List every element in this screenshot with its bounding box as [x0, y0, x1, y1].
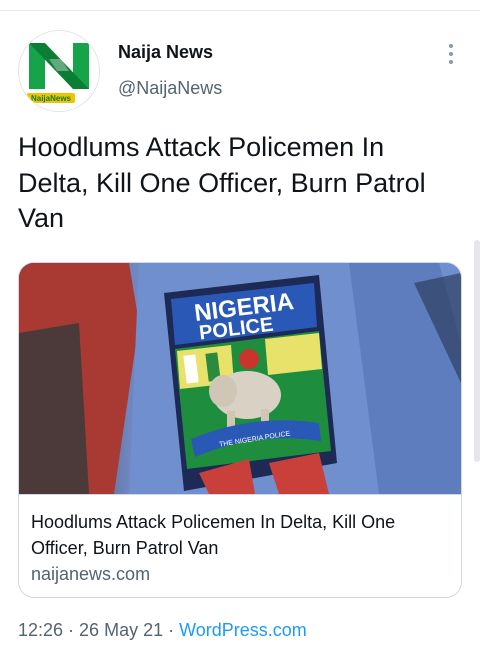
tweet-time[interactable]: 12:26 [18, 620, 63, 640]
card-title[interactable]: Hoodlums Attack Policemen In Delta, Kill… [31, 509, 441, 561]
scrollbar[interactable] [474, 240, 480, 462]
tweet-meta: 12:26 · 26 May 21 · WordPress.com [18, 620, 307, 641]
police-badge-photo: NIGERIA POLICE THE NIGERIA POLICE [19, 263, 461, 494]
card-image[interactable]: NIGERIA POLICE THE NIGERIA POLICE [19, 263, 461, 494]
more-options-icon[interactable] [441, 42, 461, 66]
meta-separator-2: · [163, 620, 180, 640]
card-divider [19, 494, 461, 495]
tweet-date[interactable]: 26 May 21 [79, 620, 163, 640]
top-divider [0, 10, 480, 11]
meta-separator: · [63, 620, 80, 640]
link-card[interactable]: NIGERIA POLICE THE NIGERIA POLICE Hoodlu… [18, 262, 462, 598]
tweet-text: Hoodlums Attack Policemen In Delta, Kill… [18, 132, 426, 233]
avatar[interactable]: NaijaNews [18, 30, 100, 112]
card-domain[interactable]: naijanews.com [31, 564, 150, 585]
author-name[interactable]: Naija News [118, 42, 213, 63]
logo-text: NaijaNews [31, 94, 72, 103]
naija-news-logo: NaijaNews [19, 31, 99, 111]
tweet-source-link[interactable]: WordPress.com [179, 620, 307, 640]
author-handle[interactable]: @NaijaNews [118, 78, 222, 99]
